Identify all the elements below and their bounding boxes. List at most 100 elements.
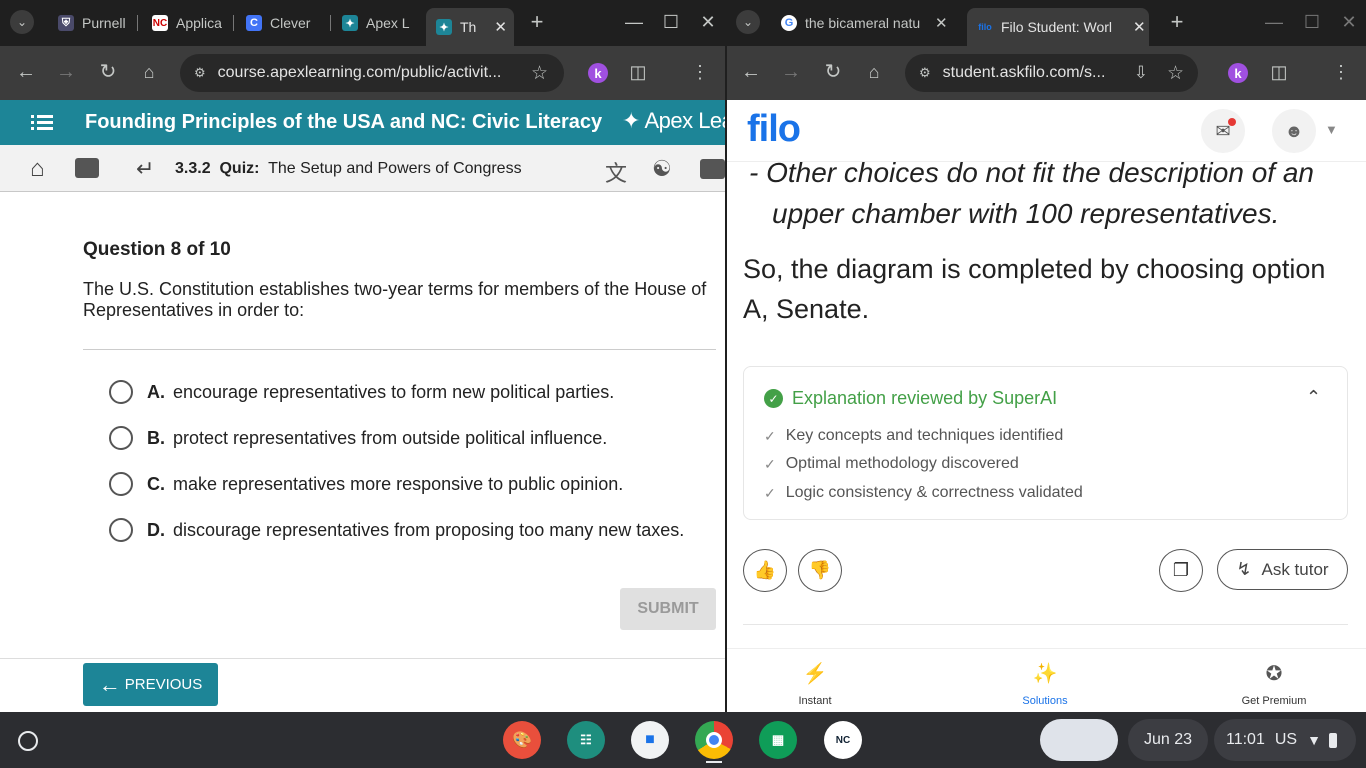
tab-google-search[interactable]: G the bicameral natu ✕: [777, 8, 955, 38]
content-divider: [743, 624, 1348, 625]
briefcase-icon[interactable]: [75, 158, 99, 178]
premium-badge-icon: ✪: [1265, 663, 1283, 685]
question-divider: [83, 349, 716, 350]
apex-course-header: Founding Principles of the USA and NC: C…: [0, 100, 725, 145]
tab-active-filo[interactable]: filo Filo Student: Worl ✕: [967, 8, 1149, 46]
lightning-icon: ⚡: [802, 663, 828, 685]
close-window-icon[interactable]: ✕: [697, 12, 719, 32]
tab-search-icon[interactable]: ⌄: [10, 10, 34, 34]
answer-option-c[interactable]: C. make representatives more responsive …: [109, 471, 623, 497]
wifi-icon: ▼: [1307, 732, 1321, 748]
hamburger-menu-icon[interactable]: [31, 113, 53, 131]
chevron-up-icon[interactable]: ⌃: [1306, 387, 1321, 408]
home-icon[interactable]: ⌂: [137, 62, 161, 82]
thumbs-up-icon: 👍: [753, 560, 777, 580]
tab-clever[interactable]: C Clever: [240, 8, 324, 38]
check-item: ✓ Optimal methodology discovered: [764, 455, 1019, 472]
url-text: course.apexlearning.com/public/activit..…: [217, 64, 502, 81]
site-info-icon[interactable]: ⚙: [194, 65, 206, 81]
submit-button[interactable]: SUBMIT: [620, 588, 716, 630]
back-icon[interactable]: ←: [739, 62, 763, 82]
date-pill[interactable]: Jun 23: [1128, 719, 1208, 761]
install-app-icon[interactable]: ⇩: [1134, 63, 1148, 83]
thumbs-down-icon: 👎: [808, 560, 832, 580]
nav-get-premium[interactable]: ✪ Get Premium: [1214, 661, 1334, 707]
superai-review-card: ✓ Explanation reviewed by SuperAI ⌃ ✓ Key…: [743, 366, 1348, 520]
chrome-icon[interactable]: [695, 721, 733, 759]
tab-applications[interactable]: NC Applica: [144, 8, 226, 38]
address-bar[interactable]: ⚙ student.askfilo.com/s... ⇩ ☆: [905, 54, 1198, 92]
thumbs-down-button[interactable]: 👎: [798, 549, 842, 592]
nc-icon: NC: [152, 15, 168, 31]
extensions-icon[interactable]: ◫: [1267, 62, 1291, 82]
holding-space-thumbnail[interactable]: [1040, 719, 1118, 761]
close-tab-icon[interactable]: ✕: [935, 14, 948, 32]
minimize-icon[interactable]: —: [1263, 12, 1285, 32]
app-canvas-icon[interactable]: 🎨: [503, 721, 541, 759]
app-tiles-icon[interactable]: ■: [631, 721, 669, 759]
read-aloud-icon[interactable]: ☯: [652, 156, 672, 182]
app-classroom-badge-icon[interactable]: ☷: [567, 721, 605, 759]
minimize-icon[interactable]: —: [623, 12, 645, 32]
radio-button[interactable]: [109, 518, 133, 542]
reload-icon[interactable]: ↻: [96, 62, 120, 82]
previous-button[interactable]: ← PREVIOUS: [83, 663, 218, 706]
locale: US: [1274, 731, 1298, 748]
site-info-icon[interactable]: ⚙: [919, 65, 931, 81]
app-nc-test-icon[interactable]: NC: [824, 721, 862, 759]
radio-button[interactable]: [109, 380, 133, 404]
new-tab-icon[interactable]: +: [526, 11, 548, 33]
radio-button[interactable]: [109, 472, 133, 496]
forward-icon[interactable]: →: [779, 62, 803, 82]
answer-option-b[interactable]: B. protect representatives from outside …: [109, 425, 607, 451]
new-tab-icon[interactable]: +: [1166, 11, 1188, 33]
checkmark-icon: ✓: [764, 484, 776, 501]
up-arrow-icon[interactable]: ↵: [136, 157, 154, 181]
bookmark-star-icon[interactable]: ☆: [531, 62, 548, 85]
menu-kebab-icon[interactable]: ⋮: [690, 62, 710, 82]
maximize-icon[interactable]: ☐: [660, 12, 682, 32]
extensions-icon[interactable]: ◫: [626, 62, 650, 82]
checkmark-icon: ✓: [764, 427, 776, 444]
answer-option-a[interactable]: A. encourage representatives to form new…: [109, 379, 614, 405]
check-item: ✓ Key concepts and techniques identified: [764, 427, 1064, 444]
close-window-icon[interactable]: ✕: [1338, 12, 1360, 32]
tab-apex[interactable]: ✦ Apex L: [334, 8, 416, 38]
launcher-icon[interactable]: [18, 731, 38, 751]
reload-icon[interactable]: ↻: [821, 62, 845, 82]
close-tab-icon[interactable]: ✕: [494, 18, 507, 36]
maximize-icon[interactable]: ☐: [1301, 12, 1323, 32]
inbox-icon[interactable]: ✉: [1201, 109, 1245, 153]
menu-kebab-icon[interactable]: ⋮: [1331, 62, 1351, 82]
chevron-down-icon[interactable]: ▼: [1325, 122, 1338, 137]
lightning-icon: ↯: [1236, 559, 1252, 579]
tab-purnell[interactable]: ⛨ Purnell: [50, 8, 130, 38]
apex-logo: ✦ Apex Lea: [622, 108, 725, 133]
bookmark-star-icon[interactable]: ☆: [1167, 62, 1184, 85]
extension-k-icon[interactable]: k: [1228, 63, 1248, 83]
ask-tutor-button[interactable]: ↯ Ask tutor: [1217, 549, 1348, 590]
tab-active-quiz[interactable]: ✦ Th ✕: [426, 8, 514, 46]
thumbs-up-button[interactable]: 👍: [743, 549, 787, 592]
avatar[interactable]: ☻: [1272, 109, 1316, 153]
toolbar: ← → ↻ ⌂ ⚙ course.apexlearning.com/public…: [0, 46, 725, 100]
clever-icon: C: [246, 15, 262, 31]
home-icon[interactable]: ⌂: [862, 62, 886, 82]
address-bar[interactable]: ⚙ course.apexlearning.com/public/activit…: [180, 54, 564, 92]
translate-icon[interactable]: 文: [605, 156, 627, 188]
radio-button[interactable]: [109, 426, 133, 450]
app-google-classroom-icon[interactable]: ▦: [759, 721, 797, 759]
forward-icon[interactable]: →: [54, 62, 78, 82]
back-icon[interactable]: ←: [14, 62, 38, 82]
print-icon[interactable]: [700, 159, 725, 179]
extension-k-icon[interactable]: k: [588, 63, 608, 83]
status-tray[interactable]: 11:01 US ▼: [1214, 719, 1356, 761]
home-icon[interactable]: ⌂: [30, 157, 45, 181]
copy-button[interactable]: ❐: [1159, 549, 1203, 592]
filo-logo[interactable]: filo: [747, 108, 801, 151]
answer-option-d[interactable]: D. discourage representatives from propo…: [109, 517, 684, 543]
tab-search-icon[interactable]: ⌄: [736, 10, 760, 34]
nav-solutions[interactable]: ✨ Solutions: [985, 661, 1105, 707]
close-tab-icon[interactable]: ✕: [1133, 18, 1146, 36]
nav-instant[interactable]: ⚡ Instant: [755, 661, 875, 707]
